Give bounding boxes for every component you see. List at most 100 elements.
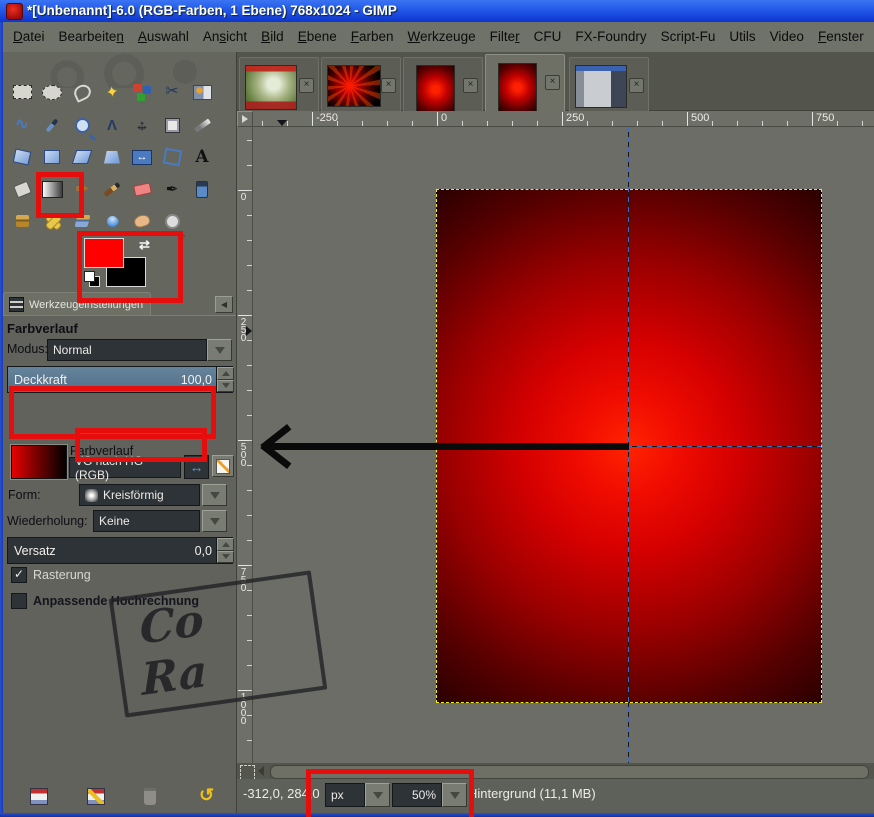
dock-collapse-button[interactable]: ◀ [215,296,233,313]
menu-farben[interactable]: Farben [344,22,401,52]
ellipse-select-tool-icon[interactable] [37,78,67,106]
menubar: Datei Bearbeiten Auswahl Ansicht Bild Eb… [0,22,874,52]
menu-fx-foundry[interactable]: FX-Foundry [568,22,653,52]
menu-werkzeuge[interactable]: Werkzeuge [401,22,483,52]
shape-dropdown-button[interactable] [202,484,227,506]
supersampling-checkbox[interactable] [11,593,27,609]
repeat-select[interactable]: Keine [93,510,200,532]
zoom-tool-icon[interactable] [67,111,97,139]
shape-value: Kreisförmig [103,488,164,502]
menu-ebene[interactable]: Ebene [291,22,344,52]
cage-transform-tool-icon[interactable] [157,143,187,171]
select-by-color-tool-icon[interactable] [127,78,157,106]
align-tool-icon[interactable] [157,111,187,139]
gradient-preview-swatch[interactable] [11,445,67,479]
reset-icon[interactable]: ↺ [199,788,215,803]
ink-tool-icon[interactable]: ✒ [157,175,187,203]
annotation-zoom-control-highlight [306,769,474,817]
titlebar[interactable]: *[Unbenannt]-6.0 (RGB-Farben, 1 Ebene) 7… [0,0,874,22]
offset-spinner[interactable] [216,538,234,563]
window-title: *[Unbenannt]-6.0 (RGB-Farben, 1 Ebene) 7… [27,2,397,20]
radial-shape-icon [85,489,98,502]
gimp-app-icon[interactable] [6,3,23,20]
repeat-dropdown-button[interactable] [202,510,227,532]
fuzzy-select-tool-icon[interactable]: ✦ [97,78,127,106]
flip-tool-icon[interactable]: ↔ [127,143,157,171]
opacity-value: 100,0 [181,373,212,387]
image-thumbnail-red-radial [416,65,455,114]
menu-cfu[interactable]: CFU [527,22,569,52]
close-tab-icon[interactable]: × [545,75,560,90]
close-tab-icon[interactable]: × [463,78,478,93]
horizontal-ruler[interactable]: -250 0 250 500 750 [253,111,874,127]
canvas-menu-button[interactable] [237,111,253,127]
close-tab-icon[interactable]: × [299,78,314,93]
scissors-select-tool-icon[interactable]: ✂ [157,78,187,106]
image-tab-1[interactable]: × [239,57,319,111]
eraser-tool-icon[interactable] [127,175,157,203]
toolbox-row-2: ∿ Λ ↔↕ [7,111,217,139]
hruler-label: 500 [687,112,709,125]
ruler-position-marker [246,326,252,336]
opacity-spinner[interactable] [216,367,234,392]
edit-pencil-icon [216,459,230,474]
hruler-label: 0 [437,112,447,125]
scroll-left-icon[interactable] [258,766,264,776]
image-tab-2[interactable]: × [321,57,401,111]
measure-tool-icon[interactable]: Λ [97,111,127,139]
menu-bild[interactable]: Bild [254,22,291,52]
menu-ansicht[interactable]: Ansicht [196,22,254,52]
menu-filter[interactable]: Filter [483,22,527,52]
foreground-select-tool-icon[interactable] [187,78,217,106]
close-tab-icon[interactable]: × [629,78,644,93]
delete-icon[interactable] [144,788,156,805]
edit-gradient-button[interactable] [212,455,234,477]
watermark-text: Co Ra [119,579,317,709]
mode-select[interactable]: Normal [47,339,207,361]
clone-tool-icon[interactable] [7,207,37,235]
menu-utils[interactable]: Utils [722,22,762,52]
close-tab-icon[interactable]: × [381,78,396,93]
dithering-label: Rasterung [33,568,91,582]
shear-tool-icon[interactable] [67,143,97,171]
perspective-tool-icon[interactable] [97,143,127,171]
offset-slider[interactable]: Versatz 0,0 [7,537,233,564]
image-tab-5[interactable]: × [569,57,649,111]
menu-datei[interactable]: Datei [6,22,52,52]
hruler-label: 750 [812,112,834,125]
crop-blade-tool-icon[interactable] [187,111,217,139]
menu-video[interactable]: Video [763,22,811,52]
save-icon[interactable] [30,788,48,805]
image-tab-4-active[interactable]: × [485,54,565,112]
annotation-color-swatch-highlight [77,231,183,303]
opacity-label: Deckkraft [14,373,67,387]
gimp-window: *[Unbenannt]-6.0 (RGB-Farben, 1 Ebene) 7… [0,0,874,817]
rectangle-select-tool-icon[interactable] [7,78,37,106]
move-tool-icon[interactable]: ↔↕ [127,111,157,139]
color-picker-tool-icon[interactable] [37,111,67,139]
paths-tool-icon[interactable]: ∿ [7,111,37,139]
save-as-icon[interactable] [87,788,105,805]
menu-script-fu[interactable]: Script-Fu [654,22,723,52]
scale-tool-icon[interactable] [37,143,67,171]
menu-auswahl[interactable]: Auswahl [131,22,196,52]
menu-fenster[interactable]: Fenster [811,22,871,52]
repeat-label: Wiederholung: [7,514,88,528]
image-thumbnail-screenshot [575,65,627,108]
paintbrush-tool-icon[interactable] [97,175,127,203]
annotation-gradient-tool-highlight [36,172,84,218]
quick-mask-toggle[interactable] [240,765,255,780]
airbrush-tool-icon[interactable] [187,175,217,203]
shape-select[interactable]: Kreisförmig [79,484,200,506]
rotate-tool-icon[interactable] [7,143,37,171]
text-tool-icon[interactable]: A [187,143,217,171]
image-tab-3[interactable]: × [403,57,483,111]
bucket-fill-tool-icon[interactable] [7,175,37,203]
image-thumbnail-christmas [245,65,297,110]
free-select-tool-icon[interactable] [67,78,97,106]
tool-options-icon [9,297,24,312]
mode-dropdown-button[interactable] [207,339,232,361]
dithering-checkbox[interactable]: ✓ [11,567,27,583]
ruler-position-marker [277,120,287,126]
menu-bearbeiten[interactable]: Bearbeiten [52,22,131,52]
